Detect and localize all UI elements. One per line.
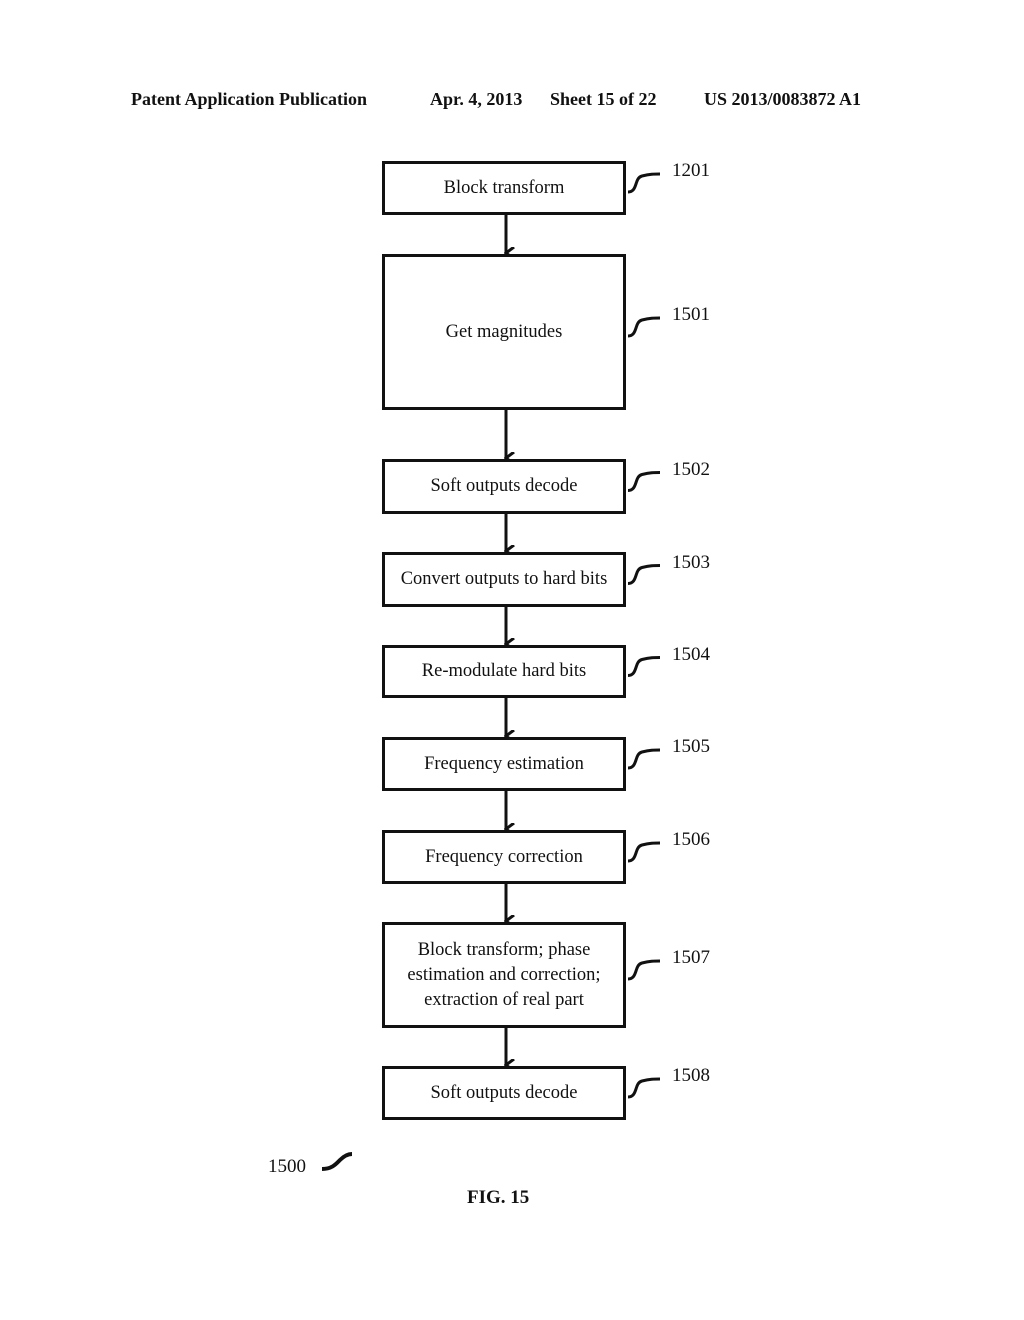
step-label: Soft outputs decode <box>430 1082 578 1103</box>
step-ref-1508: 1508 <box>672 1065 710 1086</box>
leader-line <box>627 841 661 863</box>
step-label: Soft outputs decode <box>430 476 578 496</box>
step-label: Get magnitudes <box>445 321 563 342</box>
step-ref-1504: 1504 <box>672 643 710 665</box>
step-label: Block transform; phase estimation and co… <box>407 939 601 1010</box>
leader-line <box>627 656 661 677</box>
step-ref-1501: 1501 <box>672 304 710 325</box>
step-label: Convert outputs to hard bits <box>400 569 608 589</box>
step-box-1504: Re-modulate hard bits <box>382 645 626 698</box>
step-label: Block transform <box>443 177 565 198</box>
step-box-1507: Block transform; phase estimation and co… <box>382 922 626 1028</box>
step-label: Frequency estimation <box>424 753 584 774</box>
step-ref-1201: 1201 <box>672 160 710 181</box>
step-box-1508: Soft outputs decode <box>382 1066 626 1120</box>
leader-line <box>627 959 661 981</box>
step-box-1503: Convert outputs to hard bits <box>382 552 626 607</box>
step-ref-1505: 1505 <box>672 736 710 757</box>
leader-line <box>627 1077 661 1099</box>
step-ref-1502: 1502 <box>672 458 710 480</box>
leader-line <box>627 564 661 585</box>
step-box-1506: Frequency correction <box>382 830 626 884</box>
step-ref-1507: 1507 <box>672 947 710 968</box>
step-box-1501: Get magnitudes <box>382 254 626 410</box>
figure-label: FIG. 15 <box>467 1187 530 1208</box>
figure-leader-line <box>321 1152 353 1171</box>
step-label: Re-modulate hard bits <box>421 661 587 681</box>
step-ref-1503: 1503 <box>672 551 710 573</box>
leader-line <box>627 748 661 770</box>
leader-line <box>627 471 661 492</box>
step-ref-1506: 1506 <box>672 829 710 850</box>
figure-reference: 1500 <box>268 1156 306 1177</box>
leader-line <box>627 172 661 194</box>
leader-line <box>627 316 661 338</box>
step-box-1502: Soft outputs decode <box>382 459 626 514</box>
step-box-1201: Block transform <box>382 161 626 215</box>
step-box-1505: Frequency estimation <box>382 737 626 791</box>
step-label: Frequency correction <box>425 846 583 867</box>
